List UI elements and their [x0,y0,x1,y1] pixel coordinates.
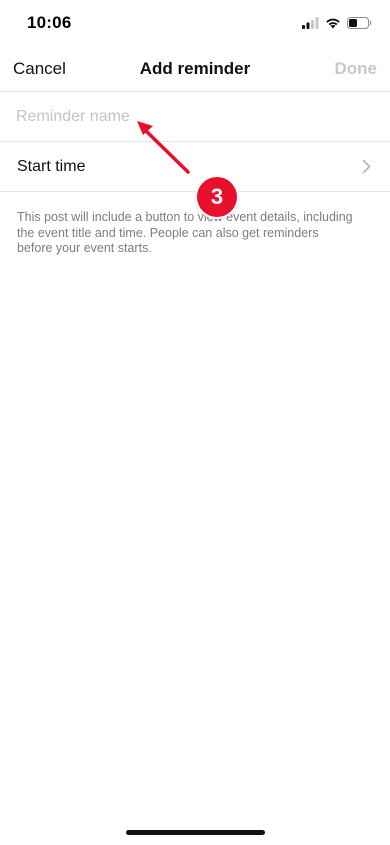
info-text: This post will include a button to view … [17,210,353,255]
start-time-row[interactable]: Start time [0,142,390,192]
done-button[interactable]: Done [335,59,378,79]
annotation-step-number: 3 [210,184,224,209]
home-indicator[interactable] [126,830,265,835]
cancel-button[interactable]: Cancel [13,59,66,79]
wifi-icon [325,16,341,34]
status-bar: 10:06 [0,0,390,46]
status-time: 10:06 [27,13,72,32]
nav-bar: Cancel Add reminder Done [0,46,390,92]
chevron-right-icon [362,159,371,179]
reminder-name-row [0,92,390,142]
annotation-step-badge: 3 [195,175,239,219]
battery-icon [347,16,372,34]
start-time-label: Start time [17,158,86,175]
reminder-name-input[interactable] [16,106,316,128]
cellular-signal-icon [302,16,319,34]
status-icons [302,16,372,34]
